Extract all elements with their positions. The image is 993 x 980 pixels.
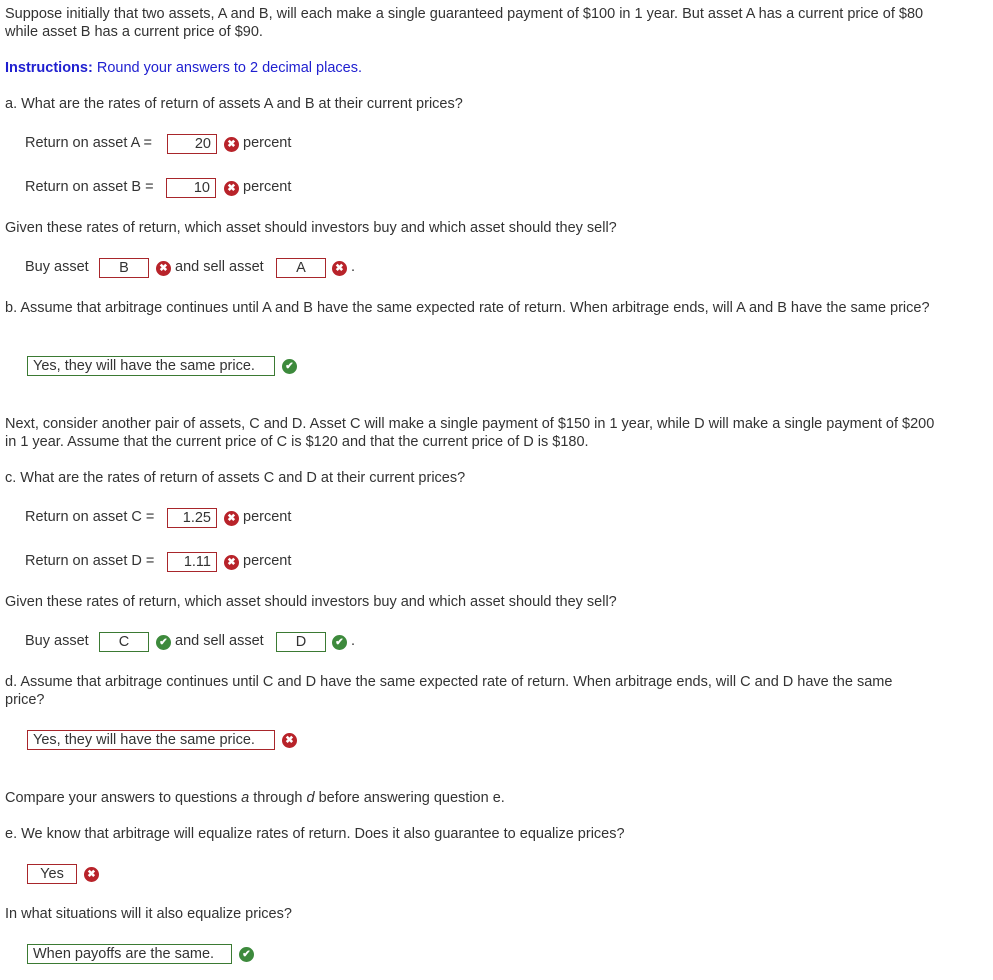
question-e: e. We know that arbitrage will equalize …: [5, 826, 625, 842]
return-d-input[interactable]: 1.11: [167, 552, 217, 572]
incorrect-icon: ✖: [224, 181, 239, 196]
sell-label-2: and sell asset: [175, 633, 264, 649]
question-page: Suppose initially that two assets, A and…: [0, 0, 993, 980]
return-a-unit: percent: [243, 135, 292, 151]
return-b-label: Return on asset B =: [25, 179, 154, 195]
return-b-input[interactable]: 10: [166, 178, 216, 198]
compare-post: before answering question e.: [314, 790, 505, 806]
incorrect-icon: ✖: [84, 867, 99, 882]
incorrect-icon: ✖: [224, 511, 239, 526]
buy-asset-input-2[interactable]: C: [99, 632, 149, 652]
question-c: c. What are the rates of return of asset…: [5, 470, 466, 486]
question-b: b. Assume that arbitrage continues until…: [5, 300, 930, 316]
sell-asset-input-2[interactable]: D: [276, 632, 326, 652]
intro-text: Suppose initially that two assets, A and…: [5, 6, 924, 40]
buy-label-2: Buy asset: [25, 633, 89, 649]
period: .: [351, 633, 356, 649]
question-f: In what situations will it also equalize…: [5, 906, 292, 922]
return-b-unit: percent: [243, 179, 292, 195]
correct-icon: ✔: [282, 359, 297, 374]
incorrect-icon: ✖: [156, 261, 171, 276]
period: .: [351, 259, 356, 275]
answer-b-select[interactable]: Yes, they will have the same price.: [27, 356, 275, 376]
instructions: Instructions: Round your answers to 2 de…: [5, 59, 935, 77]
compare-d: d: [306, 790, 315, 806]
return-c-input[interactable]: 1.25: [167, 508, 217, 528]
return-d-label: Return on asset D =: [25, 553, 155, 569]
return-c-unit: percent: [243, 509, 292, 525]
correct-icon: ✔: [156, 635, 171, 650]
correct-icon: ✔: [332, 635, 347, 650]
return-d-unit: percent: [243, 553, 292, 569]
incorrect-icon: ✖: [282, 733, 297, 748]
answer-f-select[interactable]: When payoffs are the same.: [27, 944, 232, 964]
question-a: a. What are the rates of return of asset…: [5, 96, 463, 112]
return-a-label: Return on asset A =: [25, 135, 152, 151]
answer-e-select[interactable]: Yes: [27, 864, 77, 884]
next-text: Next, consider another pair of assets, C…: [5, 416, 935, 450]
incorrect-icon: ✖: [224, 555, 239, 570]
question-d: d. Assume that arbitrage continues until…: [5, 674, 893, 708]
sell-asset-input-1[interactable]: A: [276, 258, 326, 278]
instructions-text: Round your answers to 2 decimal places.: [92, 60, 363, 76]
answer-d-select[interactable]: Yes, they will have the same price.: [27, 730, 275, 750]
incorrect-icon: ✖: [224, 137, 239, 152]
compare-mid: through: [249, 790, 307, 806]
given-text-2: Given these rates of return, which asset…: [5, 594, 617, 610]
sell-label-1: and sell asset: [175, 259, 264, 275]
return-c-label: Return on asset C =: [25, 509, 155, 525]
buy-asset-input-1[interactable]: B: [99, 258, 149, 278]
compare-text: Compare your answers to questions a thro…: [5, 789, 935, 807]
incorrect-icon: ✖: [332, 261, 347, 276]
correct-icon: ✔: [239, 947, 254, 962]
given-text-1: Given these rates of return, which asset…: [5, 220, 617, 236]
compare-pre: Compare your answers to questions: [5, 790, 242, 806]
instructions-label: Instructions:: [5, 60, 93, 76]
return-a-input[interactable]: 20: [167, 134, 217, 154]
buy-label-1: Buy asset: [25, 259, 89, 275]
